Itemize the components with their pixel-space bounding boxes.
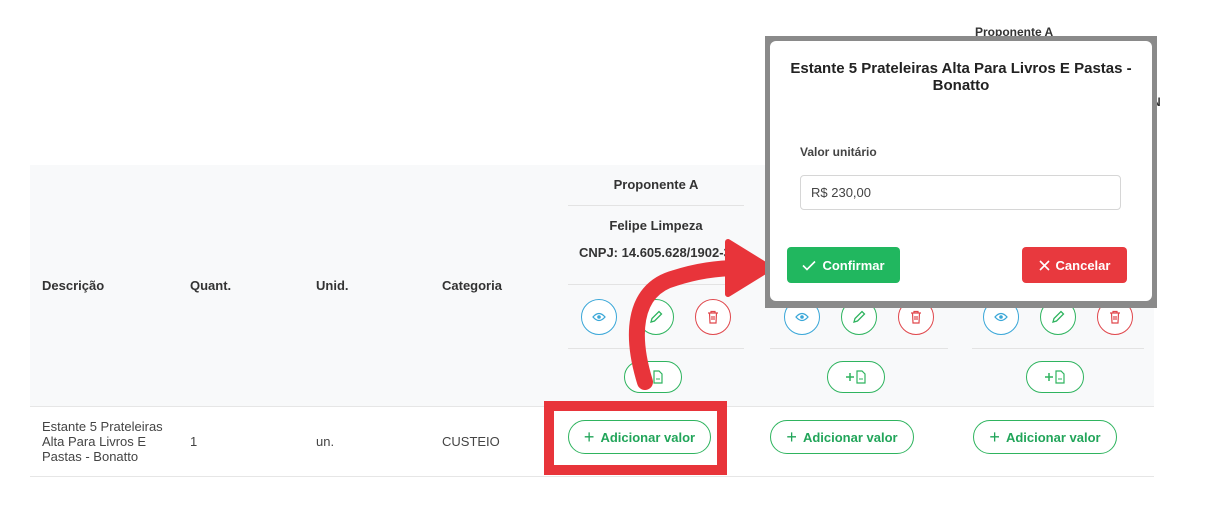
trash-icon bbox=[911, 310, 921, 324]
header-divider bbox=[568, 205, 744, 206]
eye-icon bbox=[795, 312, 809, 322]
row-bottom-divider bbox=[30, 476, 1154, 477]
plus-icon: + bbox=[989, 427, 1000, 447]
check-icon bbox=[802, 260, 817, 271]
pencil-icon bbox=[853, 310, 866, 323]
eye-icon bbox=[592, 312, 606, 322]
unit-value-label: Valor unitário bbox=[800, 145, 877, 159]
add-value-button[interactable]: + Adicionar valor bbox=[973, 420, 1117, 454]
add-value-modal: Estante 5 Prateleiras Alta Para Livros E… bbox=[770, 41, 1152, 301]
close-icon bbox=[1038, 259, 1050, 271]
cell-categoria: CUSTEIO bbox=[442, 434, 500, 449]
modal-title: Estante 5 Prateleiras Alta Para Livros E… bbox=[790, 60, 1132, 94]
eye-icon bbox=[994, 312, 1008, 322]
pencil-icon bbox=[1052, 310, 1065, 323]
cell-unid: un. bbox=[316, 434, 335, 449]
unit-value-input[interactable]: R$ 230,00 bbox=[800, 175, 1121, 210]
actions-divider-bottom-3 bbox=[972, 348, 1144, 349]
trash-icon bbox=[1110, 310, 1120, 324]
column-header-categoria: Categoria bbox=[442, 278, 502, 293]
actions-divider-bottom-2 bbox=[770, 348, 948, 349]
add-document-button[interactable] bbox=[827, 361, 885, 393]
add-document-button[interactable] bbox=[1026, 361, 1084, 393]
cancel-button[interactable]: Cancelar bbox=[1022, 247, 1127, 283]
confirm-button[interactable]: Confirmar bbox=[787, 247, 900, 283]
highlight-box bbox=[544, 401, 727, 475]
add-file-icon bbox=[846, 370, 866, 384]
column-header-descricao: Descrição bbox=[42, 278, 105, 293]
add-file-icon bbox=[1045, 370, 1065, 384]
cell-quant: 1 bbox=[190, 434, 198, 449]
cell-descricao: Estante 5 Prateleiras Alta Para Livros E… bbox=[42, 419, 163, 464]
view-button[interactable] bbox=[581, 299, 617, 335]
proponent-header: Proponente A bbox=[613, 177, 699, 192]
column-header-unid: Unid. bbox=[316, 278, 349, 293]
plus-icon: + bbox=[786, 427, 797, 447]
add-value-button[interactable]: + Adicionar valor bbox=[770, 420, 914, 454]
column-header-quant: Quant. bbox=[190, 278, 232, 293]
